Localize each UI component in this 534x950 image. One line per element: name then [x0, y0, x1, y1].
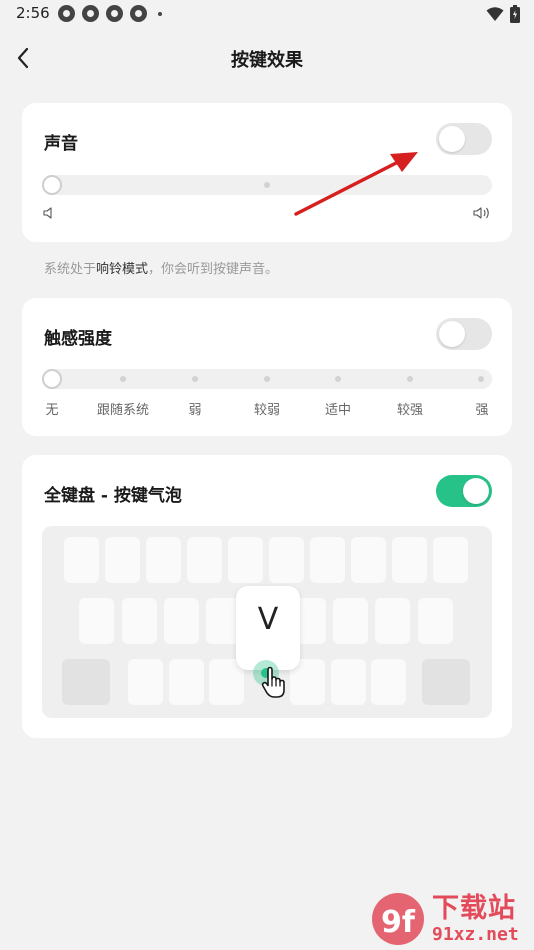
key-popup-toggle[interactable] — [436, 475, 492, 507]
notification-icons — [58, 5, 162, 22]
level-label: 强 — [475, 403, 489, 418]
keyboard-key — [269, 537, 304, 583]
keyboard-preview: V — [42, 526, 492, 718]
page-title: 按键效果 — [231, 50, 303, 71]
slider-thumb[interactable] — [42, 369, 62, 389]
notification-app-icon — [106, 5, 123, 22]
keyboard-key — [351, 537, 386, 583]
toggle-knob — [463, 478, 489, 504]
slider-tick — [407, 376, 413, 382]
shift-key — [62, 659, 110, 705]
level-label: 无 — [45, 403, 59, 418]
sound-volume-slider[interactable] — [42, 175, 492, 195]
keyboard-key — [79, 598, 114, 644]
keyboard-key — [333, 598, 368, 644]
slider-thumb[interactable] — [42, 175, 62, 195]
keyboard-key — [128, 659, 163, 705]
site-watermark: 9f 下载站 91xz.net — [370, 884, 534, 950]
wifi-icon — [486, 7, 504, 21]
slider-tick — [478, 376, 484, 382]
status-time: 2:56 — [16, 4, 50, 22]
sound-mode-hint: 系统处于响铃模式，你会听到按键声音。 — [44, 258, 278, 277]
notification-app-icon — [82, 5, 99, 22]
keyboard-key — [64, 537, 99, 583]
keyboard-key — [331, 659, 366, 705]
hint-prefix: 系统处于 — [44, 262, 97, 277]
volume-high-icon — [473, 207, 489, 219]
hint-mode: 响铃模式 — [96, 262, 149, 277]
slider-tick — [120, 376, 126, 382]
toggle-knob — [439, 126, 465, 152]
slider-midpoint-tick — [264, 182, 270, 188]
sound-toggle[interactable] — [436, 123, 492, 155]
notification-app-icon — [130, 5, 147, 22]
keyboard-key — [187, 537, 222, 583]
keyboard-key — [433, 537, 468, 583]
status-bar: 2:56 — [0, 0, 534, 28]
keyboard-key — [375, 598, 410, 644]
toggle-knob — [439, 321, 465, 347]
keyboard-key — [228, 537, 263, 583]
annotation-arrow-icon — [294, 152, 418, 216]
haptic-card: 触感强度 无 跟随系统 弱 较弱 适中 较强 强 — [22, 298, 512, 436]
keyboard-key — [169, 659, 204, 705]
slider-tick — [264, 376, 270, 382]
hint-suffix: ，你会听到按键声音。 — [148, 262, 279, 277]
watermark-url: 91xz.net — [432, 924, 519, 945]
slider-tick — [192, 376, 198, 382]
delete-key — [422, 659, 470, 705]
keyboard-key — [418, 598, 453, 644]
key-popup-bubble: V — [236, 586, 300, 670]
key-popup-card: 全键盘 - 按键气泡 V — [22, 455, 512, 738]
watermark-logo-icon: 9f — [372, 893, 424, 945]
haptic-label: 触感强度 — [44, 329, 112, 349]
notification-app-icon — [58, 5, 75, 22]
battery-icon — [510, 5, 520, 23]
keyboard-key — [310, 537, 345, 583]
keyboard-key — [105, 537, 140, 583]
haptic-level-labels: 无 跟随系统 弱 较弱 适中 较强 强 — [42, 399, 492, 418]
keyboard-key — [122, 598, 157, 644]
top-bar: 按键效果 — [0, 40, 534, 76]
sound-label: 声音 — [44, 134, 78, 154]
more-notifications-icon — [158, 11, 162, 16]
level-label: 较强 — [396, 403, 424, 418]
keyboard-key — [392, 537, 427, 583]
level-label: 跟随系统 — [96, 403, 150, 418]
level-label: 弱 — [188, 403, 202, 418]
volume-low-icon — [43, 207, 52, 219]
sound-card: 声音 — [22, 103, 512, 242]
haptic-strength-slider[interactable] — [42, 369, 492, 389]
level-label: 适中 — [324, 403, 352, 418]
level-label: 较弱 — [253, 403, 281, 418]
watermark-name: 下载站 — [432, 893, 516, 924]
watermark-logo-text: 9f — [381, 905, 416, 940]
key-popup-label: 全键盘 - 按键气泡 — [44, 486, 182, 506]
pointer-hand-icon — [261, 666, 285, 698]
keyboard-key — [164, 598, 199, 644]
system-icons — [486, 5, 520, 23]
slider-tick — [335, 376, 341, 382]
haptic-toggle[interactable] — [436, 318, 492, 350]
keyboard-key — [371, 659, 406, 705]
keyboard-key — [146, 537, 181, 583]
